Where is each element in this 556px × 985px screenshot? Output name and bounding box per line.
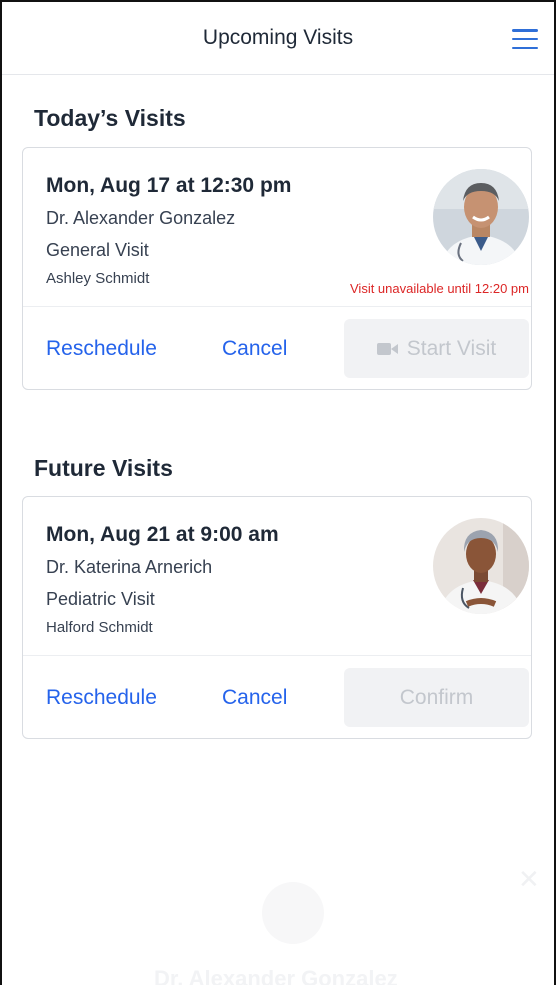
start-visit-button[interactable]: Start Visit: [344, 319, 529, 378]
start-visit-label: Start Visit: [406, 336, 497, 360]
page-title: Upcoming Visits: [202, 26, 354, 49]
card-divider: [23, 306, 531, 307]
visit-card-future: Mon, Aug 21 at 9:00 am Dr. Katerina Arne…: [22, 496, 532, 739]
section-title-future: Future Visits: [34, 455, 173, 481]
video-camera-icon: [376, 342, 399, 356]
doctor-name: Dr. Alexander Gonzalez: [46, 208, 236, 228]
visit-type: General Visit: [46, 240, 149, 260]
visit-actions: Reschedule Cancel Start Visit: [23, 319, 531, 379]
hamburger-menu-icon[interactable]: [512, 29, 538, 49]
visit-type: Pediatric Visit: [46, 589, 155, 609]
cancel-button[interactable]: Cancel: [222, 686, 287, 710]
confirm-button[interactable]: Confirm: [344, 668, 529, 727]
background-doctor-panel: ✕ Dr. Alexander Gonzalez: [2, 842, 554, 985]
app-screen: Upcoming Visits Today’s Visits Mon, Aug …: [0, 0, 556, 985]
top-bar: Upcoming Visits: [2, 2, 554, 75]
cancel-button[interactable]: Cancel: [222, 337, 287, 361]
visit-datetime: Mon, Aug 21 at 9:00 am: [46, 523, 279, 546]
card-divider: [23, 655, 531, 656]
visit-card-today: Mon, Aug 17 at 12:30 pm Dr. Alexander Go…: [22, 147, 532, 390]
doctor-avatar: [433, 169, 529, 265]
visit-info: Mon, Aug 21 at 9:00 am Dr. Katerina Arne…: [46, 523, 279, 636]
doctor-avatar: [262, 882, 324, 944]
patient-name: Halford Schmidt: [46, 619, 153, 636]
section-title-today: Today’s Visits: [34, 105, 186, 131]
reschedule-button[interactable]: Reschedule: [46, 337, 157, 361]
doctor-avatar: [433, 518, 529, 614]
doctor-name: Dr. Alexander Gonzalez: [154, 966, 398, 985]
close-icon[interactable]: ✕: [518, 864, 540, 895]
visit-status-warning: Visit unavailable until 12:20 pm: [350, 281, 529, 296]
visit-datetime: Mon, Aug 17 at 12:30 pm: [46, 174, 292, 197]
patient-name: Ashley Schmidt: [46, 270, 150, 287]
reschedule-button[interactable]: Reschedule: [46, 686, 157, 710]
visit-info: Mon, Aug 17 at 12:30 pm Dr. Alexander Go…: [46, 174, 291, 287]
doctor-name: Dr. Katerina Arnerich: [46, 557, 213, 577]
visit-actions: Reschedule Cancel Confirm: [23, 668, 531, 728]
